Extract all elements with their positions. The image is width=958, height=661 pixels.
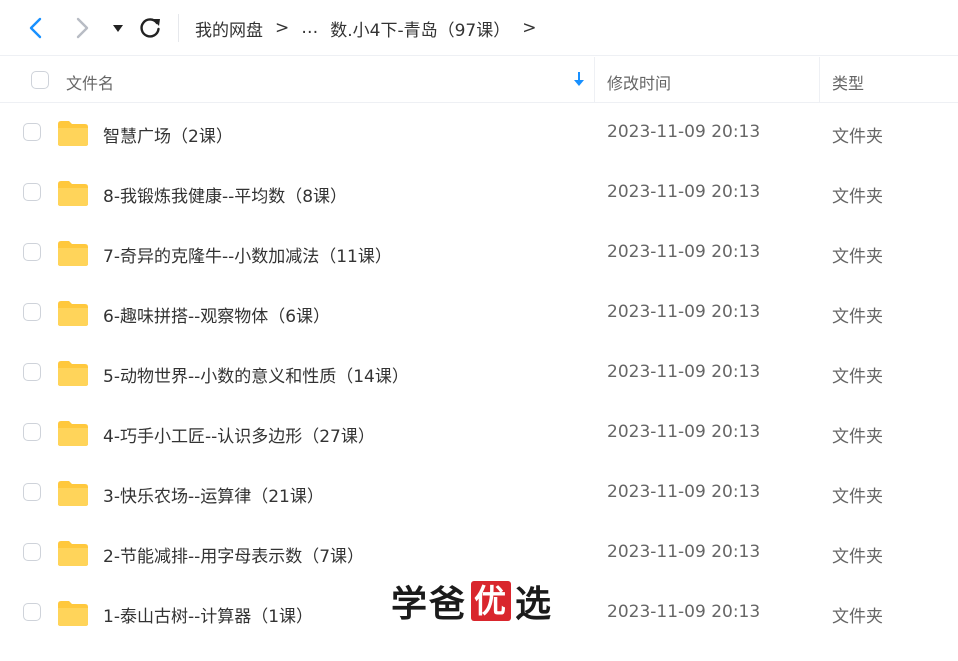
folder-icon <box>58 181 88 206</box>
sort-down-arrow-icon[interactable] <box>572 69 586 89</box>
refresh-icon[interactable] <box>136 14 164 42</box>
table-row[interactable]: 7-奇异的克隆牛--小数加减法（11课） 2023-11-09 20:13 文件… <box>0 223 958 283</box>
forward-arrow-icon[interactable] <box>68 14 96 42</box>
file-name[interactable]: 8-我锻炼我健康--平均数（8课） <box>103 182 347 207</box>
modified-time: 2023-11-09 20:13 <box>607 362 761 382</box>
table-row[interactable]: 6-趣味拼搭--观察物体（6课） 2023-11-09 20:13 文件夹 <box>0 283 958 343</box>
modified-time: 2023-11-09 20:13 <box>607 602 761 622</box>
file-name[interactable]: 4-巧手小工匠--认识多边形（27课） <box>103 422 375 447</box>
file-name[interactable]: 智慧广场（2课） <box>103 122 233 147</box>
list-header: 文件名 修改时间 类型 <box>0 57 958 103</box>
table-row[interactable]: 3-快乐农场--运算律（21课） 2023-11-09 20:13 文件夹 <box>0 463 958 523</box>
row-checkbox[interactable] <box>23 363 41 381</box>
row-checkbox[interactable] <box>23 423 41 441</box>
column-divider[interactable] <box>594 57 595 102</box>
watermark-text: 选 <box>515 584 554 625</box>
toolbar: 我的网盘 > … 数.小4下-青岛（97课） > <box>0 0 958 56</box>
folder-icon <box>58 121 88 146</box>
row-checkbox[interactable] <box>23 123 41 141</box>
breadcrumb-separator: > <box>275 18 290 38</box>
file-type: 文件夹 <box>832 487 883 507</box>
file-type: 文件夹 <box>832 127 883 147</box>
file-name[interactable]: 5-动物世界--小数的意义和性质（14课） <box>103 362 409 387</box>
row-checkbox[interactable] <box>23 303 41 321</box>
folder-icon <box>58 481 88 506</box>
breadcrumb-current[interactable]: 数.小4下-青岛（97课） <box>330 16 510 41</box>
file-type: 文件夹 <box>832 547 883 567</box>
column-header-type[interactable]: 类型 <box>832 70 864 94</box>
row-checkbox[interactable] <box>23 603 41 621</box>
row-checkbox[interactable] <box>23 243 41 261</box>
folder-icon <box>58 541 88 566</box>
table-row[interactable]: 4-巧手小工匠--认识多边形（27课） 2023-11-09 20:13 文件夹 <box>0 403 958 463</box>
select-all-checkbox[interactable] <box>31 71 49 89</box>
table-row[interactable]: 2-节能减排--用字母表示数（7课） 2023-11-09 20:13 文件夹 <box>0 523 958 583</box>
folder-icon <box>58 421 88 446</box>
toolbar-divider <box>178 14 179 42</box>
watermark-boxed-char: 优 <box>471 581 512 621</box>
file-type: 文件夹 <box>832 247 883 267</box>
file-type: 文件夹 <box>832 187 883 207</box>
folder-icon <box>58 301 88 326</box>
column-header-time[interactable]: 修改时间 <box>607 70 671 94</box>
row-checkbox[interactable] <box>23 183 41 201</box>
file-name[interactable]: 2-节能减排--用字母表示数（7课） <box>103 542 364 567</box>
watermark-logo: 学爸 优 选 <box>391 579 553 625</box>
folder-icon <box>58 601 88 626</box>
table-row[interactable]: 5-动物世界--小数的意义和性质（14课） 2023-11-09 20:13 文… <box>0 343 958 403</box>
watermark-text: 学爸 <box>391 584 468 625</box>
modified-time: 2023-11-09 20:13 <box>607 542 761 562</box>
row-checkbox[interactable] <box>23 543 41 561</box>
modified-time: 2023-11-09 20:13 <box>607 182 761 202</box>
folder-icon <box>58 241 88 266</box>
file-type: 文件夹 <box>832 427 883 447</box>
modified-time: 2023-11-09 20:13 <box>607 122 761 142</box>
file-name[interactable]: 6-趣味拼搭--观察物体（6课） <box>103 302 330 327</box>
column-header-name[interactable]: 文件名 <box>66 70 114 94</box>
file-name[interactable]: 7-奇异的克隆牛--小数加减法（11课） <box>103 242 392 267</box>
table-row[interactable]: 8-我锻炼我健康--平均数（8课） 2023-11-09 20:13 文件夹 <box>0 163 958 223</box>
breadcrumb-root[interactable]: 我的网盘 <box>195 16 263 41</box>
back-arrow-icon[interactable] <box>22 14 50 42</box>
file-type: 文件夹 <box>832 307 883 327</box>
breadcrumb: 我的网盘 > … 数.小4下-青岛（97课） > <box>195 14 549 42</box>
row-checkbox[interactable] <box>23 483 41 501</box>
history-dropdown-icon[interactable] <box>108 14 128 42</box>
breadcrumb-ellipsis[interactable]: … <box>301 18 318 38</box>
modified-time: 2023-11-09 20:13 <box>607 482 761 502</box>
table-row[interactable]: 智慧广场（2课） 2023-11-09 20:13 文件夹 <box>0 103 958 163</box>
folder-icon <box>58 361 88 386</box>
file-type: 文件夹 <box>832 367 883 387</box>
file-name[interactable]: 1-泰山古树--计算器（1课） <box>103 602 313 627</box>
file-name[interactable]: 3-快乐农场--运算律（21课） <box>103 482 324 507</box>
file-type: 文件夹 <box>832 607 883 627</box>
modified-time: 2023-11-09 20:13 <box>607 302 761 322</box>
column-divider[interactable] <box>819 57 820 102</box>
modified-time: 2023-11-09 20:13 <box>607 242 761 262</box>
modified-time: 2023-11-09 20:13 <box>607 422 761 442</box>
breadcrumb-separator[interactable]: > <box>522 18 536 38</box>
